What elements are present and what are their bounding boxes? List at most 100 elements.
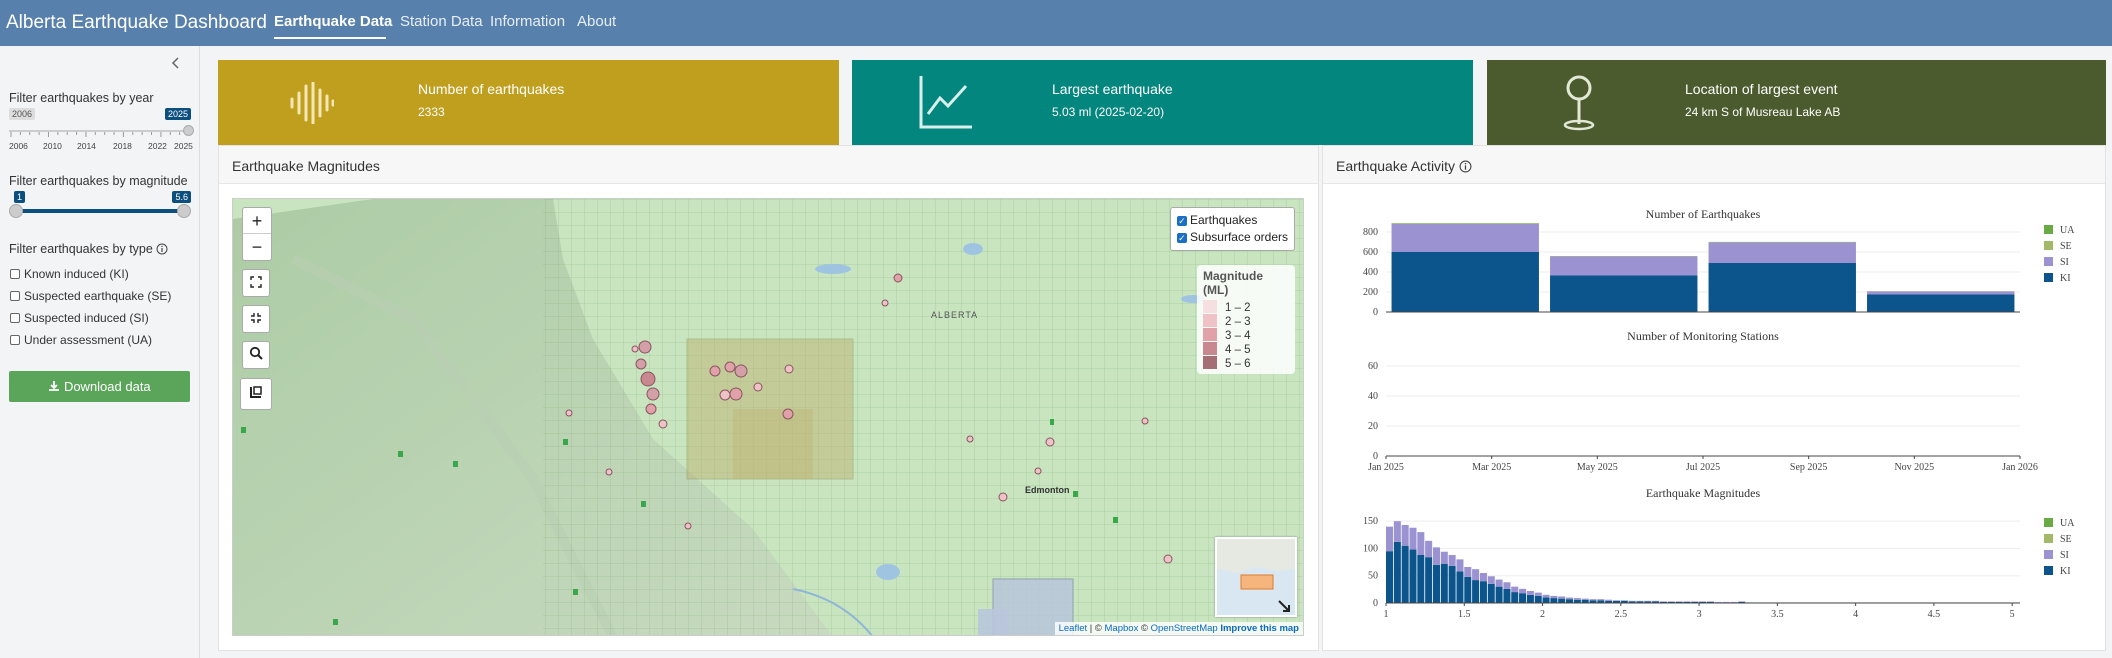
mapbox-link[interactable]: Mapbox bbox=[1105, 623, 1139, 634]
legend-swatch-ki bbox=[2044, 273, 2053, 282]
hist-bar-ki bbox=[1448, 565, 1456, 603]
tab-station-data[interactable]: Station Data bbox=[400, 13, 483, 30]
x-tick-label: Sep 2025 bbox=[1790, 462, 1828, 473]
hist-bar-ki bbox=[1417, 555, 1425, 603]
earthquake-map[interactable]: ALBERTA Edmonton + − ✓ Earthquakes ✓ Subsu… bbox=[232, 198, 1304, 636]
legend-label-ua: UA bbox=[2060, 225, 2075, 236]
y-tick-label: 0 bbox=[1373, 307, 1378, 318]
legend-swatch-se bbox=[2044, 241, 2053, 250]
legend-swatch bbox=[1203, 328, 1217, 341]
checkbox-known-induced[interactable]: Known induced (KI) bbox=[10, 267, 129, 281]
hist-bar-ki bbox=[1386, 551, 1394, 603]
type-filter-label: Filter earthquakes by type bbox=[9, 242, 168, 256]
square-draw-icon bbox=[250, 386, 262, 398]
x-tick-label: 3.5 bbox=[1771, 609, 1784, 620]
legend-item-1-2: 1 – 2 bbox=[1203, 300, 1289, 314]
value-box-count: Number of earthquakes 2333 bbox=[218, 60, 839, 145]
hist-bar-si bbox=[1659, 601, 1667, 602]
hist-bar-si bbox=[1409, 527, 1417, 550]
legend-label-si: SI bbox=[2060, 257, 2069, 268]
y-tick-label: 150 bbox=[1363, 516, 1378, 527]
legend-swatch-si bbox=[2044, 257, 2053, 266]
hist-bar-ki bbox=[1526, 594, 1534, 603]
draw-button[interactable] bbox=[240, 378, 272, 410]
x-tick-label: 4.5 bbox=[1928, 609, 1941, 620]
legend-item-2-3: 2 – 3 bbox=[1203, 314, 1289, 328]
layer-subsurface-orders[interactable]: ✓ Subsurface orders bbox=[1176, 229, 1288, 246]
hist-bar-si bbox=[1534, 592, 1542, 596]
map-label-edmonton: Edmonton bbox=[1025, 485, 1070, 495]
zoom-in-button[interactable]: + bbox=[243, 208, 271, 234]
hist-bar-ki bbox=[1534, 595, 1542, 603]
activity-card-header: Earthquake Activity bbox=[1323, 146, 2105, 184]
hist-bar-ki bbox=[1542, 597, 1550, 603]
info-icon[interactable] bbox=[1459, 160, 1472, 173]
tab-about[interactable]: About bbox=[577, 13, 616, 30]
hist-bar-ki bbox=[1409, 549, 1417, 603]
chevron-left-icon[interactable] bbox=[170, 56, 182, 75]
reset-view-button[interactable] bbox=[242, 305, 270, 333]
hist-bar-ki bbox=[1511, 592, 1519, 603]
legend-swatch bbox=[1203, 356, 1217, 369]
tab-information[interactable]: Information bbox=[490, 13, 565, 30]
hist-bar-si bbox=[1667, 601, 1675, 602]
bar-ki bbox=[1550, 275, 1698, 312]
checkbox-suspected-induced[interactable]: Suspected induced (SI) bbox=[10, 311, 149, 325]
osm-link[interactable]: OpenStreetMap bbox=[1151, 623, 1218, 634]
fullscreen-icon bbox=[250, 276, 262, 288]
hist-bar-si bbox=[1386, 526, 1394, 552]
hist-bar-ki bbox=[1472, 580, 1480, 603]
legend-label-ua: UA bbox=[2060, 518, 2075, 529]
bar-si bbox=[1550, 256, 1698, 276]
mag-slider-handle-high[interactable] bbox=[177, 204, 191, 218]
map-card-title: Earthquake Magnitudes bbox=[219, 146, 1318, 184]
zoom-out-button[interactable]: − bbox=[243, 234, 271, 260]
hist-bar-si bbox=[1714, 601, 1722, 603]
checkbox-suspected-earthquake[interactable]: Suspected earthquake (SE) bbox=[10, 289, 171, 303]
mag-slider-track bbox=[15, 209, 185, 213]
x-tick-label: 5 bbox=[2010, 609, 2015, 620]
hist-bar-si bbox=[1581, 598, 1589, 600]
hist-bar-si bbox=[1620, 600, 1628, 601]
mag-slider-handle-low[interactable] bbox=[9, 204, 23, 218]
app-title[interactable]: Alberta Earthquake Dashboard bbox=[6, 12, 267, 34]
year-slider-handle[interactable] bbox=[183, 125, 194, 136]
legend-item-4-5: 4 – 5 bbox=[1203, 342, 1289, 356]
x-tick-label: 1.5 bbox=[1458, 609, 1471, 620]
layer-earthquakes[interactable]: ✓ Earthquakes bbox=[1176, 212, 1288, 229]
legend-swatch-se bbox=[2044, 534, 2053, 543]
map-search-button[interactable] bbox=[242, 341, 270, 369]
hist-bar-si bbox=[1683, 601, 1691, 602]
hist-bar-si bbox=[1675, 601, 1683, 602]
x-tick-label: Jan 2025 bbox=[1368, 462, 1404, 473]
minimap[interactable] bbox=[1215, 537, 1297, 617]
hist-bar-si bbox=[1511, 586, 1519, 593]
chart-title: Earthquake Magnitudes bbox=[1646, 486, 1761, 500]
x-tick-label: 1 bbox=[1384, 609, 1389, 620]
hist-bar-ki bbox=[1495, 586, 1503, 603]
fullscreen-button[interactable] bbox=[242, 269, 270, 297]
hist-bar-ki bbox=[1503, 588, 1511, 603]
hist-bar-si bbox=[1691, 601, 1699, 602]
legend-label-se: SE bbox=[2060, 534, 2072, 545]
chart-number-of-earthquakes: Number of Earthquakes 0 200 400 600 800 UA SE SI… bbox=[1363, 207, 2075, 318]
chart-title: Number of Earthquakes bbox=[1646, 207, 1761, 221]
hist-bar-si bbox=[1526, 591, 1534, 595]
checkbox-under-assessment[interactable]: Under assessment (UA) bbox=[10, 333, 152, 347]
tab-earthquake-data[interactable]: Earthquake Data bbox=[274, 13, 392, 30]
x-tick-label: Jul 2025 bbox=[1686, 462, 1720, 473]
magnitude-range-slider[interactable]: 1 5.6 bbox=[9, 191, 191, 221]
legend-swatch-ua bbox=[2044, 518, 2053, 527]
hist-bar-si bbox=[1730, 601, 1738, 603]
hist-bar-si bbox=[1401, 525, 1409, 546]
hist-bar-ki bbox=[1425, 557, 1433, 603]
year-min-badge: 2006 bbox=[9, 108, 36, 120]
download-data-button[interactable]: Download data bbox=[9, 371, 190, 402]
info-icon[interactable] bbox=[156, 243, 168, 255]
bar-ki bbox=[1708, 263, 1856, 312]
hist-bar-si bbox=[1456, 559, 1464, 572]
y-tick-label: 400 bbox=[1363, 267, 1378, 278]
leaflet-link[interactable]: Leaflet bbox=[1059, 623, 1088, 634]
improve-map-link[interactable]: Improve this map bbox=[1220, 623, 1299, 634]
bar-si bbox=[1708, 242, 1856, 263]
